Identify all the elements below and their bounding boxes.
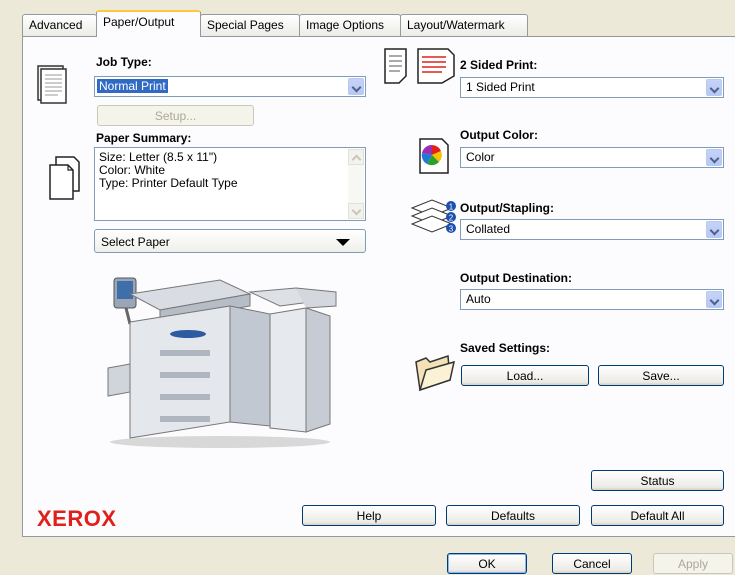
output-destination-label: Output Destination:	[460, 271, 572, 285]
chevron-down-icon[interactable]	[348, 78, 364, 95]
job-type-value: Normal Print	[97, 79, 168, 93]
output-color-select[interactable]: Color	[460, 147, 724, 168]
scroll-up-icon[interactable]	[348, 149, 364, 165]
saved-settings-label: Saved Settings:	[460, 341, 551, 355]
paper-stack-icon	[46, 155, 82, 203]
output-color-value: Color	[466, 150, 495, 164]
paper-summary-box[interactable]: Size: Letter (8.5 x 11") Color: White Ty…	[94, 147, 366, 221]
dropdown-triangle-icon	[336, 239, 350, 246]
status-button[interactable]: Status	[591, 470, 724, 491]
output-destination-select[interactable]: Auto	[460, 289, 724, 310]
svg-text:3: 3	[449, 225, 454, 234]
help-button[interactable]: Help	[302, 505, 436, 526]
color-output-icon	[414, 137, 452, 175]
two-sided-print-select[interactable]: 1 Sided Print	[460, 77, 724, 98]
select-paper-label: Select Paper	[101, 235, 170, 249]
ok-button[interactable]: OK	[447, 553, 527, 574]
collated-stack-icon: 1 2 3	[410, 194, 458, 240]
output-destination-value: Auto	[466, 292, 491, 306]
tab-paper-output[interactable]: Paper/Output	[96, 10, 201, 37]
apply-button[interactable]: Apply	[653, 553, 733, 574]
setup-button[interactable]: Setup...	[97, 105, 254, 126]
chevron-down-icon[interactable]	[706, 221, 722, 238]
job-type-select[interactable]: Normal Print	[94, 76, 366, 97]
chevron-down-icon[interactable]	[706, 149, 722, 166]
output-stapling-select[interactable]: Collated	[460, 219, 724, 240]
select-paper-button[interactable]: Select Paper	[94, 229, 366, 253]
tab-layout-watermark[interactable]: Layout/Watermark	[400, 14, 528, 36]
svg-text:2: 2	[449, 214, 454, 223]
tab-special-pages[interactable]: Special Pages	[200, 14, 300, 36]
output-stapling-label: Output/Stapling:	[460, 201, 554, 215]
xerox-logo: XEROX	[37, 506, 117, 531]
folder-icon	[412, 352, 456, 392]
chevron-down-icon[interactable]	[706, 291, 722, 308]
printer-illustration	[100, 272, 340, 452]
vertical-scrollbar[interactable]	[348, 149, 364, 219]
default-all-button[interactable]: Default All	[591, 505, 724, 526]
tab-advanced[interactable]: Advanced	[22, 14, 97, 36]
output-stapling-value: Collated	[466, 222, 511, 236]
two-sided-print-value: 1 Sided Print	[466, 80, 535, 94]
job-type-label: Job Type:	[96, 55, 152, 69]
document-icon	[36, 64, 68, 104]
save-button[interactable]: Save...	[598, 365, 724, 386]
output-color-label: Output Color:	[460, 128, 538, 142]
cancel-button[interactable]: Cancel	[552, 553, 632, 574]
chevron-down-icon[interactable]	[706, 79, 722, 96]
svg-text:1: 1	[449, 203, 454, 212]
paper-summary-label: Paper Summary:	[96, 131, 192, 145]
load-button[interactable]: Load...	[461, 365, 589, 386]
paper-summary-type: Type: Printer Default Type	[99, 176, 238, 190]
two-sided-print-label: 2 Sided Print:	[460, 58, 538, 72]
scroll-down-icon[interactable]	[348, 203, 364, 219]
two-sided-print-icon	[382, 46, 458, 86]
defaults-button[interactable]: Defaults	[446, 505, 580, 526]
tab-image-options[interactable]: Image Options	[299, 14, 401, 36]
